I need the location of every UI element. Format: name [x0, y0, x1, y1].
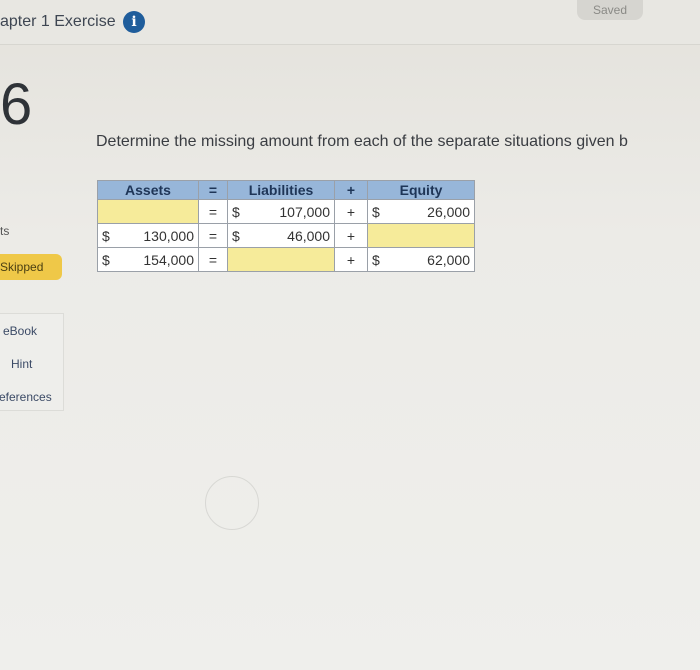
- equity-currency: $: [372, 251, 380, 268]
- equity-cell: $62,000: [367, 247, 475, 272]
- equals-header: =: [198, 180, 228, 200]
- equity-cell: $26,000: [367, 199, 475, 224]
- assets-cell: $130,000: [97, 223, 199, 248]
- info-icon[interactable]: i: [123, 11, 145, 33]
- skipped-badge: Skipped: [0, 254, 62, 280]
- liabilities-value: 107,000: [279, 203, 330, 220]
- table-header-row: Assets = Liabilities + Equity: [97, 180, 475, 200]
- assets-currency: $: [102, 227, 110, 244]
- assets-currency: $: [102, 251, 110, 268]
- equals-sign: =: [198, 199, 228, 224]
- table-row: = $107,000 + $26,000: [97, 199, 475, 224]
- equity-currency: $: [372, 203, 380, 220]
- saved-status: Saved: [577, 0, 643, 20]
- accounting-equation-table: Assets = Liabilities + Equity = $107,000…: [97, 180, 475, 272]
- hint-link[interactable]: Hint: [11, 357, 32, 371]
- top-bar: apter 1 Exercise i Saved: [0, 0, 700, 45]
- assets-input[interactable]: [97, 199, 199, 224]
- liabilities-cell: $46,000: [227, 223, 335, 248]
- liabilities-cell: $107,000: [227, 199, 335, 224]
- ebook-link[interactable]: eBook: [3, 324, 37, 338]
- equity-header: Equity: [367, 180, 475, 200]
- question-text: Determine the missing amount from each o…: [96, 133, 628, 150]
- resources-panel: eBook Hint eferences: [0, 313, 64, 411]
- chapter-title: apter 1 Exercise: [0, 13, 116, 30]
- plus-sign: +: [334, 223, 368, 248]
- plus-header: +: [334, 180, 368, 200]
- liabilities-input[interactable]: [227, 247, 335, 272]
- assets-cell: $154,000: [97, 247, 199, 272]
- equity-value: 62,000: [427, 251, 470, 268]
- table-row: $154,000 = + $62,000: [97, 247, 475, 272]
- liabilities-currency: $: [232, 227, 240, 244]
- equity-input[interactable]: [367, 223, 475, 248]
- table-row: $130,000 = $46,000 +: [97, 223, 475, 248]
- equity-value: 26,000: [427, 203, 470, 220]
- plus-sign: +: [334, 247, 368, 272]
- liabilities-header: Liabilities: [227, 180, 335, 200]
- question-number: 6: [0, 72, 33, 137]
- equals-sign: =: [198, 223, 228, 248]
- loading-indicator: [205, 476, 259, 530]
- assets-header: Assets: [97, 180, 199, 200]
- liabilities-currency: $: [232, 203, 240, 220]
- liabilities-value: 46,000: [287, 227, 330, 244]
- plus-sign: +: [334, 199, 368, 224]
- points-label: ts: [0, 224, 10, 238]
- references-link[interactable]: eferences: [0, 390, 52, 404]
- equals-sign: =: [198, 247, 228, 272]
- assets-value: 154,000: [143, 251, 194, 268]
- assets-value: 130,000: [143, 227, 194, 244]
